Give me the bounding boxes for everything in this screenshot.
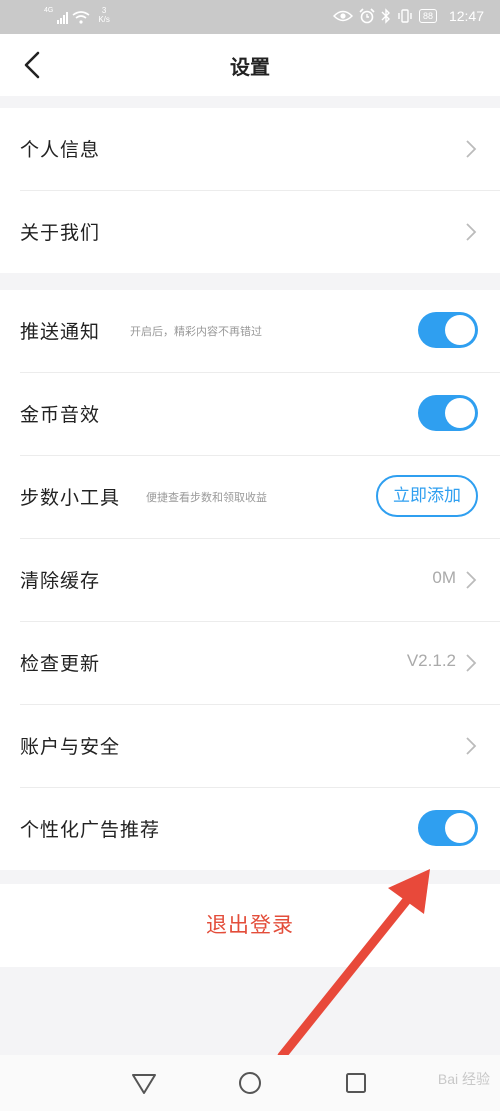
eye-icon [332,10,353,22]
signal-icon [57,12,69,24]
recents-square-icon[interactable] [342,1069,370,1097]
cache-size-value: 0M [432,568,456,587]
status-right: 88 12:47 [332,8,484,24]
add-widget-button[interactable]: 立即添加 [376,475,478,517]
push-notification-label: 推送通知 [20,321,101,343]
coin-sound-toggle[interactable] [418,395,478,431]
status-left: 4G 3 K/s [44,6,110,24]
step-widget-hint: 便捷查看步数和领取收益 [146,491,267,504]
chevron-right-icon [466,571,477,589]
personalized-ads-row: 个性化广告推荐 [20,788,500,870]
about-us-label: 关于我们 [20,222,101,244]
nav-header: 设置 [0,34,500,96]
home-circle-icon[interactable] [236,1069,264,1097]
push-notification-row: 推送通知 开启后，精彩内容不再错过 [20,290,500,373]
vibrate-icon [398,9,412,23]
account-security-label: 账户与安全 [20,736,121,758]
clear-cache-label: 清除缓存 [20,570,101,592]
toggle-knob [445,813,475,843]
step-widget-row: 步数小工具 便捷查看步数和领取收益 立即添加 [20,456,500,539]
speed-value: 3 [101,6,107,15]
personalized-ads-label: 个性化广告推荐 [20,819,161,841]
battery-icon: 88 [418,9,437,23]
personal-info-label: 个人信息 [20,139,101,161]
system-nav-bar: Bai 经验 [0,1055,500,1111]
alarm-icon [359,8,375,24]
network-speed: 3 K/s [98,6,110,24]
status-bar: 4G 3 K/s 88 12:47 [0,0,500,34]
toggle-knob [445,315,475,345]
chevron-right-icon [466,737,477,755]
coin-sound-row: 金币音效 [20,373,500,456]
push-notification-toggle[interactable] [418,312,478,348]
logout-button[interactable]: 退出登录 [0,884,500,967]
chevron-right-icon [466,223,477,241]
push-notification-hint: 开启后，精彩内容不再错过 [130,325,262,338]
version-value: V2.1.2 [406,651,456,670]
personalized-ads-toggle[interactable] [418,810,478,846]
speed-unit: K/s [98,15,110,24]
chevron-right-icon [466,140,477,158]
clock: 12:47 [448,8,484,24]
account-security-row[interactable]: 账户与安全 [20,705,500,788]
network-type: 4G [44,7,54,14]
check-update-label: 检查更新 [20,653,101,675]
back-triangle-icon[interactable] [130,1069,158,1097]
coin-sound-label: 金币音效 [20,404,101,426]
settings-group-main: 推送通知 开启后，精彩内容不再错过 金币音效 步数小工具 便捷查看步数和领取收益… [0,290,500,870]
watermark: Bai 经验 [437,1071,490,1087]
clear-cache-row[interactable]: 清除缓存 0M [20,539,500,622]
chevron-right-icon [466,654,477,672]
bluetooth-icon [381,8,390,24]
settings-group-profile: 个人信息 关于我们 [0,108,500,273]
step-widget-label: 步数小工具 [20,487,121,509]
about-us-row[interactable]: 关于我们 [20,191,500,273]
wifi-icon [72,11,90,24]
personal-info-row[interactable]: 个人信息 [20,108,500,191]
check-update-row[interactable]: 检查更新 V2.1.2 [20,622,500,705]
toggle-knob [445,398,475,428]
page-title: 设置 [230,55,270,79]
